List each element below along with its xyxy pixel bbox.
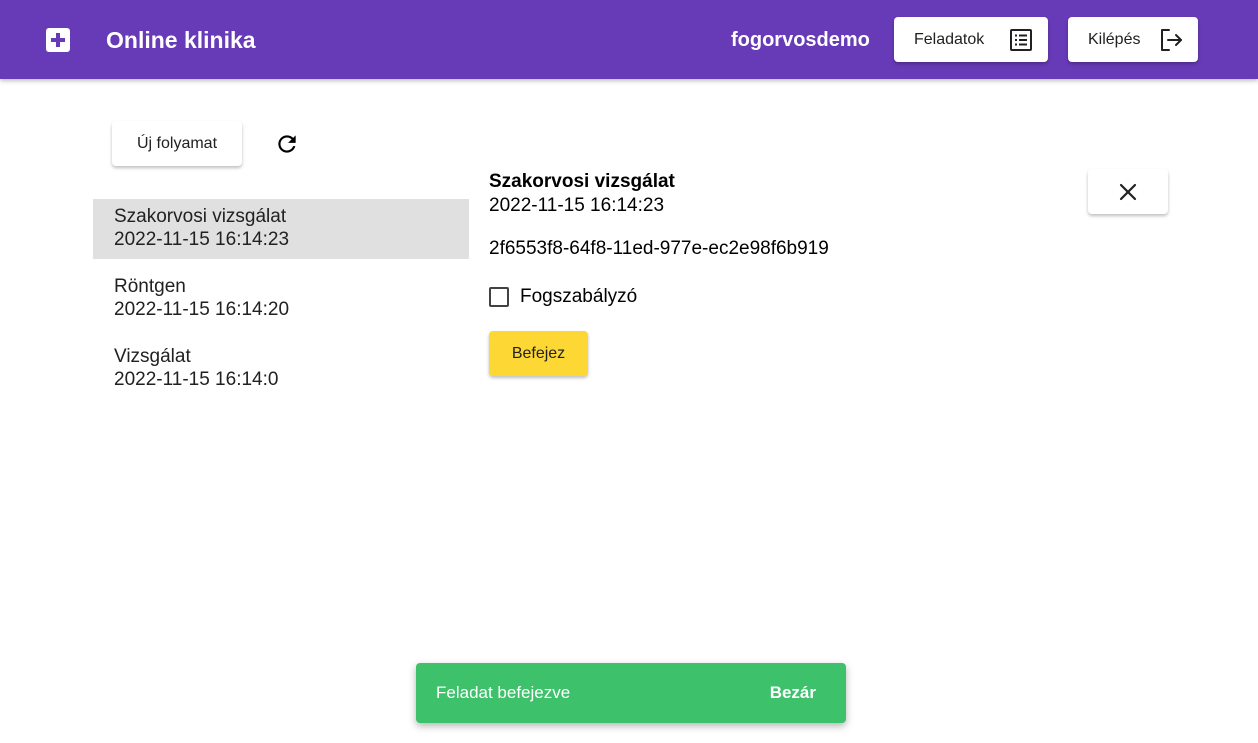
new-process-button[interactable]: Új folyamat (112, 121, 242, 166)
tasks-button-label: Feladatok (914, 30, 985, 48)
tasks-button[interactable]: Feladatok (894, 17, 1048, 62)
list-item-name: Szakorvosi vizsgálat (114, 206, 287, 227)
braces-checkbox[interactable] (489, 287, 509, 307)
detail-date: 2022-11-15 16:14:23 (489, 195, 665, 216)
list-item-name: Vizsgálat (114, 346, 191, 367)
logout-icon (1161, 29, 1182, 51)
snackbar: Feladat befejezve Bezár (416, 663, 846, 723)
refresh-icon[interactable] (274, 131, 300, 157)
list-item[interactable]: Röntgen 2022-11-15 16:14:20 (93, 259, 469, 329)
braces-checkbox-label: Fogszabályzó (520, 286, 638, 307)
list-item-date: 2022-11-15 16:14:20 (114, 299, 290, 320)
snackbar-close-button[interactable]: Bezár (770, 683, 816, 703)
list-icon (1010, 29, 1032, 51)
logout-button-label: Kilépés (1088, 30, 1141, 48)
process-list: Szakorvosi vizsgálat 2022-11-15 16:14:23… (93, 199, 469, 399)
list-item[interactable]: Vizsgálat 2022-11-15 16:14:0 (93, 329, 469, 399)
medical-cross-icon (46, 28, 70, 52)
detail-id: 2f6553f8-64f8-11ed-977e-ec2e98f6b919 (489, 238, 829, 259)
app-title: Online klinika (106, 27, 256, 53)
list-item[interactable]: Szakorvosi vizsgálat 2022-11-15 16:14:23 (93, 199, 469, 259)
app-bar: Online klinika fogorvosdemo Feladatok Ki… (0, 0, 1258, 79)
list-item-date: 2022-11-15 16:14:0 (114, 369, 279, 390)
finish-button[interactable]: Befejez (489, 331, 588, 376)
username: fogorvosdemo (731, 29, 870, 51)
snackbar-message: Feladat befejezve (436, 683, 571, 702)
braces-checkbox-row[interactable]: Fogszabályzó (489, 285, 637, 309)
list-item-name: Röntgen (114, 276, 186, 297)
list-item-date: 2022-11-15 16:14:23 (114, 229, 290, 250)
close-icon (1119, 183, 1137, 201)
close-detail-button[interactable] (1088, 169, 1168, 214)
logout-button[interactable]: Kilépés (1068, 17, 1198, 62)
detail-title: Szakorvosi vizsgálat (489, 171, 675, 192)
